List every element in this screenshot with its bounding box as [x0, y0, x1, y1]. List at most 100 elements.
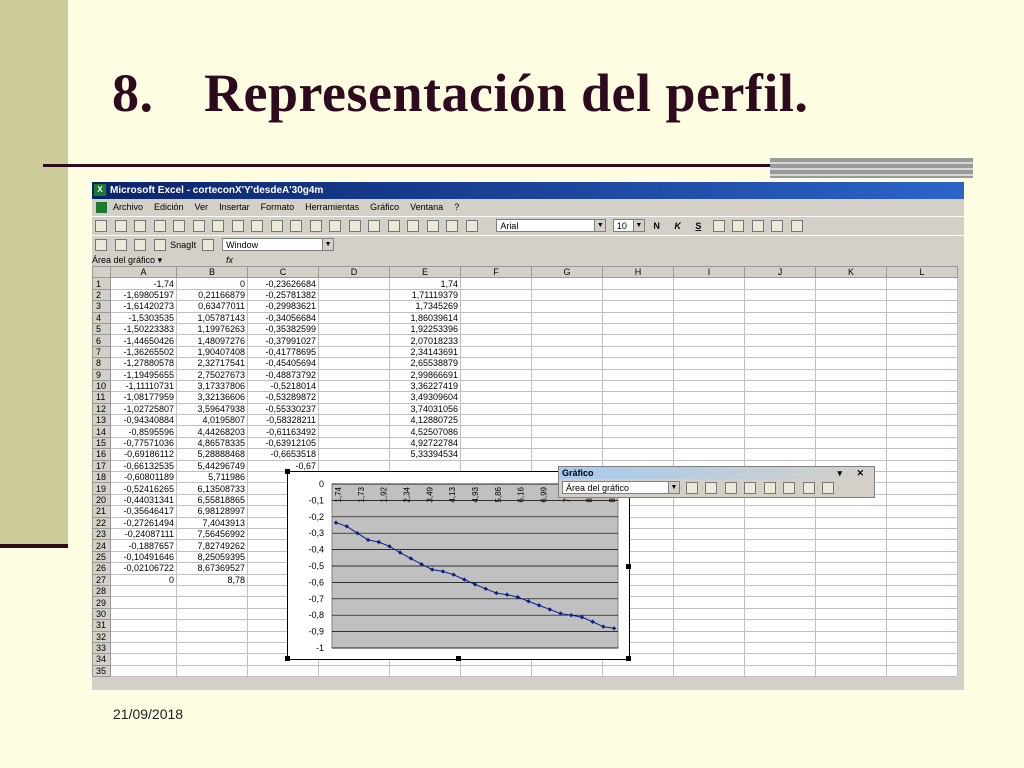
- cell[interactable]: [673, 619, 745, 632]
- cell[interactable]: [815, 334, 887, 347]
- cell[interactable]: [673, 402, 745, 416]
- merge-center-icon[interactable]: [790, 220, 803, 232]
- cell[interactable]: [744, 584, 816, 598]
- cell[interactable]: [886, 357, 958, 370]
- cell[interactable]: -1,19495655: [110, 368, 177, 381]
- row-header[interactable]: 1: [92, 277, 111, 290]
- cell[interactable]: [602, 402, 674, 416]
- column-header[interactable]: L: [886, 265, 958, 279]
- cell[interactable]: [602, 288, 674, 302]
- autosum-icon[interactable]: [348, 220, 361, 232]
- cell[interactable]: -0,8595596: [110, 425, 177, 438]
- cell[interactable]: [673, 300, 745, 313]
- cell[interactable]: [460, 425, 532, 438]
- cell[interactable]: [815, 516, 887, 530]
- cell[interactable]: [460, 345, 532, 359]
- cell[interactable]: [744, 596, 816, 609]
- cell[interactable]: 2,65538879: [389, 357, 461, 370]
- column-header[interactable]: G: [531, 265, 603, 279]
- cell[interactable]: 7,56456992: [176, 527, 248, 541]
- cell[interactable]: [389, 664, 461, 678]
- cell[interactable]: [318, 379, 390, 393]
- cell[interactable]: 1,74: [389, 277, 461, 290]
- help-icon[interactable]: [465, 220, 478, 232]
- cell[interactable]: -1,36265502: [110, 345, 177, 359]
- embedded-chart[interactable]: 0 -0,1 -0,2 -0,3 -0,4 -0,5 -0,6 -0,7 -0,8 -0,9 -1 1…: [287, 471, 630, 660]
- cell[interactable]: 0: [176, 277, 248, 290]
- cell[interactable]: [110, 641, 177, 655]
- column-header[interactable]: K: [815, 265, 887, 279]
- cell[interactable]: [815, 619, 887, 632]
- cell[interactable]: [460, 334, 532, 347]
- row-header[interactable]: 8: [92, 357, 111, 370]
- cell[interactable]: [602, 277, 674, 290]
- print-preview-icon[interactable]: [173, 220, 186, 232]
- menu-item[interactable]: Edición: [154, 202, 184, 212]
- chart-resize-handle[interactable]: [285, 656, 290, 661]
- cell[interactable]: 4,92722784: [389, 436, 461, 450]
- row-header[interactable]: 10: [92, 379, 111, 393]
- cell[interactable]: -0,48873792: [247, 368, 319, 381]
- spelling-icon[interactable]: [192, 220, 205, 232]
- cell[interactable]: 6,55818865: [176, 493, 248, 507]
- cell[interactable]: 1,05787143: [176, 311, 248, 324]
- cell[interactable]: 5,28888468: [176, 448, 248, 461]
- justify-icon[interactable]: [771, 220, 784, 232]
- cell[interactable]: [815, 322, 887, 336]
- cell[interactable]: [886, 550, 958, 564]
- cell[interactable]: 1,90407408: [176, 345, 248, 359]
- cell[interactable]: -0,66132535: [110, 459, 177, 473]
- cell[interactable]: [815, 379, 887, 393]
- close-icon[interactable]: ▾ ✕: [837, 467, 870, 479]
- row-header[interactable]: 11: [92, 391, 111, 404]
- cell[interactable]: [815, 573, 887, 586]
- cut-icon[interactable]: [212, 220, 225, 232]
- cell[interactable]: [673, 641, 745, 655]
- cell[interactable]: [110, 584, 177, 598]
- cell[interactable]: [886, 505, 958, 518]
- function-icon[interactable]: [368, 220, 381, 232]
- row-header[interactable]: 18: [92, 471, 111, 484]
- cell[interactable]: [460, 277, 532, 290]
- cell[interactable]: [602, 322, 674, 336]
- cell[interactable]: [460, 322, 532, 336]
- cell[interactable]: [815, 527, 887, 541]
- cell[interactable]: [815, 630, 887, 643]
- cell[interactable]: [815, 505, 887, 518]
- cell[interactable]: [673, 527, 745, 541]
- row-header[interactable]: 31: [92, 619, 111, 632]
- cell[interactable]: [744, 664, 816, 678]
- cell[interactable]: -0,58328211: [247, 414, 319, 427]
- cell[interactable]: [318, 288, 390, 302]
- row-header[interactable]: 24: [92, 539, 111, 552]
- cell[interactable]: -0,34056684: [247, 311, 319, 324]
- cell[interactable]: 1,86039614: [389, 311, 461, 324]
- cell[interactable]: [815, 391, 887, 404]
- cell[interactable]: [460, 368, 532, 381]
- legend-icon[interactable]: [724, 482, 737, 494]
- cell[interactable]: [460, 391, 532, 404]
- cell[interactable]: [815, 584, 887, 598]
- cell[interactable]: [886, 607, 958, 621]
- cell[interactable]: [318, 357, 390, 370]
- cell[interactable]: -0,77571036: [110, 436, 177, 450]
- row-header[interactable]: 23: [92, 527, 111, 541]
- cell[interactable]: [318, 322, 390, 336]
- cell[interactable]: [531, 334, 603, 347]
- cell[interactable]: [176, 653, 248, 666]
- data-table-icon[interactable]: [744, 482, 757, 494]
- cell[interactable]: -0,37991027: [247, 334, 319, 347]
- cell[interactable]: [460, 436, 532, 450]
- cell[interactable]: [815, 641, 887, 655]
- select-all-corner[interactable]: [92, 265, 111, 279]
- row-header[interactable]: 19: [92, 482, 111, 495]
- column-header[interactable]: D: [318, 265, 390, 279]
- cell[interactable]: 1,7345269: [389, 300, 461, 313]
- cell[interactable]: [886, 539, 958, 552]
- cell[interactable]: [886, 402, 958, 416]
- cell[interactable]: [673, 277, 745, 290]
- cell[interactable]: [531, 277, 603, 290]
- row-header[interactable]: 13: [92, 414, 111, 427]
- paste-icon[interactable]: [251, 220, 264, 232]
- web-icon[interactable]: [95, 239, 107, 251]
